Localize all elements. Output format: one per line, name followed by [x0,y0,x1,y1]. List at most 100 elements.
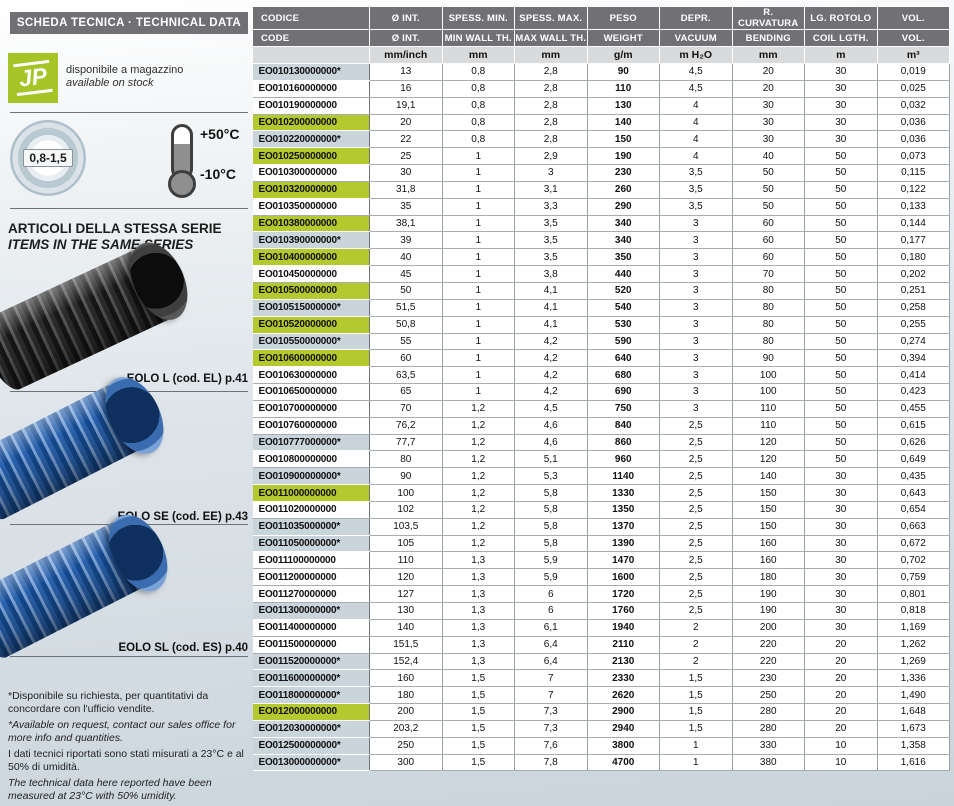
value-cell: 1 [442,198,515,215]
product-code-cell: EO010200000000 [253,114,370,131]
value-cell: 280 [732,704,805,721]
value-cell: 20 [805,670,878,687]
value-cell: 0,649 [877,451,950,468]
value-cell: 3 [660,282,733,299]
value-cell: 100 [370,485,443,502]
page-title: SCHEDA TECNICA · TECHNICAL DATA [10,12,248,34]
product-code-cell: EO010250000000 [253,148,370,165]
value-cell: 5,8 [515,518,588,535]
col-header-diametro: Ø INT. [370,7,443,30]
value-cell: 3 [515,165,588,182]
col-header-coil: COIL LGTH. [805,30,878,47]
value-cell: 50 [805,148,878,165]
value-cell: 1600 [587,569,660,586]
value-cell: 0,255 [877,316,950,333]
value-cell: 20 [805,687,878,704]
value-cell: 3800 [587,737,660,754]
col-header-rotolo: LG. ROTOLO [805,7,878,30]
stock-text-it: disponibile a magazzino [66,64,183,77]
value-cell: 3 [660,333,733,350]
value-cell: 1,2 [442,451,515,468]
value-cell: 50 [805,434,878,451]
value-cell: 3,5 [515,249,588,266]
value-cell: 540 [587,299,660,316]
value-cell: 1 [442,181,515,198]
value-cell: 2130 [587,653,660,670]
value-cell: 1,5 [442,704,515,721]
value-cell: 340 [587,232,660,249]
value-cell: 2,5 [660,468,733,485]
value-cell: 1 [442,249,515,266]
value-cell: 2110 [587,636,660,653]
table-row: EO010160000000160,82,81104,520300,025 [253,80,950,97]
value-cell: 0,455 [877,400,950,417]
value-cell: 1 [660,737,733,754]
value-cell: 5,1 [515,451,588,468]
value-cell: 3 [660,249,733,266]
value-cell: 520 [587,282,660,299]
product-code-cell: EO010650000000 [253,384,370,401]
temperature-max: +50°C [200,126,239,142]
value-cell: 50 [732,198,805,215]
product-code-cell: EO010380000000 [253,215,370,232]
value-cell: 60 [370,350,443,367]
value-cell: 2 [660,653,733,670]
value-cell: 5,9 [515,569,588,586]
col-header-bending: BENDING [732,30,805,47]
value-cell: 1,5 [660,687,733,704]
value-cell: 3 [660,400,733,417]
value-cell: 2,5 [660,535,733,552]
value-cell: 90 [732,350,805,367]
value-cell: 1,5 [442,720,515,737]
col-header-weight: WEIGHT [587,30,660,47]
value-cell: 51,5 [370,299,443,316]
product-code-cell: EO011050000000* [253,535,370,552]
value-cell: 80 [370,451,443,468]
value-cell: 0,414 [877,367,950,384]
value-cell: 1 [442,350,515,367]
value-cell: 330 [732,737,805,754]
value-cell: 230 [732,670,805,687]
value-cell: 110 [732,400,805,417]
product-code-cell: EO011600000000* [253,670,370,687]
value-cell: 7,8 [515,754,588,771]
unit-cell: m H₂O [660,47,733,64]
value-cell: 80 [732,333,805,350]
value-cell: 77,7 [370,434,443,451]
value-cell: 20 [805,704,878,721]
table-row: EO01030000000030132303,550500,115 [253,165,950,182]
table-row: EO010390000000*3913,5340360500,177 [253,232,950,249]
value-cell: 1,169 [877,619,950,636]
value-cell: 6,1 [515,619,588,636]
value-cell: 2,5 [660,569,733,586]
value-cell: 2 [660,619,733,636]
table-row: EO010700000000701,24,57503110500,455 [253,400,950,417]
stock-text-en: available on stock [66,77,183,90]
value-cell: 440 [587,266,660,283]
value-cell: 38,1 [370,215,443,232]
table-row: EO01063000000063,514,26803100500,414 [253,367,950,384]
value-cell: 0,643 [877,485,950,502]
unit-cell [253,47,370,64]
value-cell: 1,3 [442,552,515,569]
table-row: EO010900000000*901,25,311402,5140300,435 [253,468,950,485]
value-cell: 2330 [587,670,660,687]
value-cell: 1 [442,215,515,232]
series-item-eolo-sl: EOLO SL (cod. ES) p.40 [8,642,248,654]
value-cell: 1,336 [877,670,950,687]
value-cell: 40 [732,148,805,165]
value-cell: 50 [732,165,805,182]
value-cell: 50 [805,266,878,283]
value-cell: 60 [732,215,805,232]
product-code-cell: EO010350000000 [253,198,370,215]
value-cell: 90 [370,468,443,485]
value-cell: 30 [370,165,443,182]
value-cell: 840 [587,417,660,434]
hose-image-eolo-sl [0,512,165,663]
value-cell: 1,5 [442,737,515,754]
value-cell: 2,8 [515,114,588,131]
table-row: EO012030000000*203,21,57,329401,5280201,… [253,720,950,737]
product-code-cell: EO010220000000* [253,131,370,148]
value-cell: 30 [805,552,878,569]
unit-cell: mm [732,47,805,64]
